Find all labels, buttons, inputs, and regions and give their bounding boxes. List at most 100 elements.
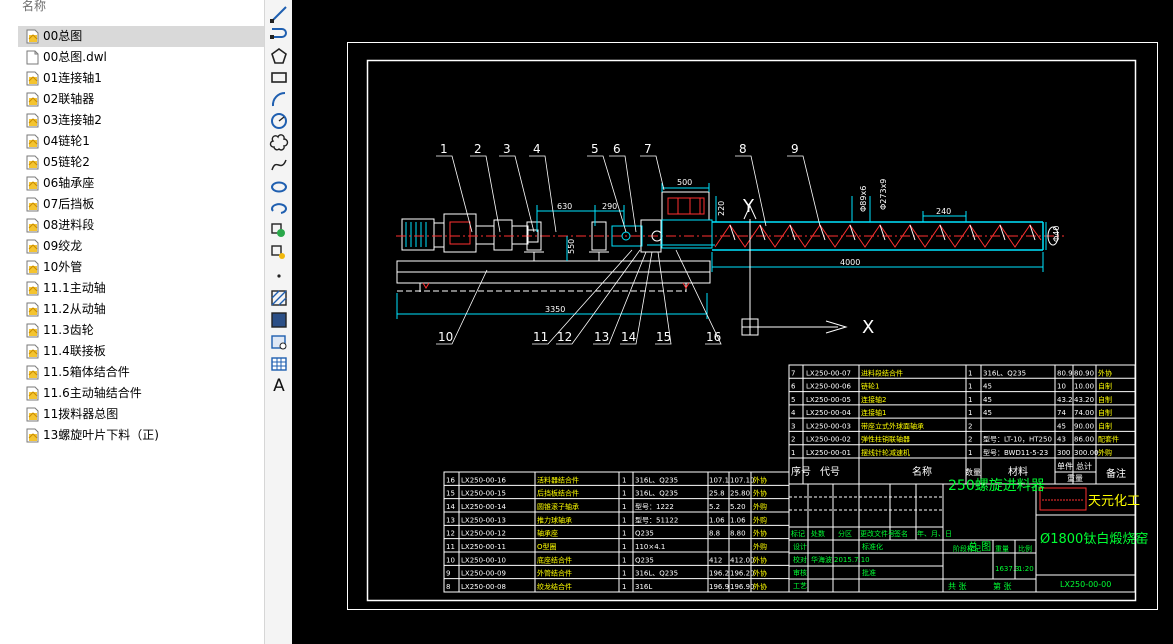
bom-cell-material: 316L、Q235 [983,369,1026,377]
file-item[interactable]: 11.5箱体结合件 [18,362,264,383]
gradient-icon[interactable] [269,310,289,330]
row-label-change-doc: 更改文件号 [860,529,895,538]
bom-cell-qty: 1 [622,570,626,578]
file-item[interactable]: 11.2从动轴 [18,299,264,320]
bom-cell-unit: 5.2 [709,503,720,511]
dim-3350: 3350 [545,305,565,314]
bom-cell-total: 86.00 [1074,436,1094,444]
bom-cell-code: LX250-00-07 [806,369,851,377]
region-icon[interactable] [269,332,289,352]
dwg-file-icon [26,134,39,149]
bom-cell-material: 型号：1222 [635,502,674,511]
ellipse-arc-icon[interactable] [269,199,289,219]
bom-cell-note: 自制 [1098,421,1112,430]
file-name-label: 05链轮2 [43,155,90,169]
bom-cell-no: 3 [791,422,795,430]
bom-cell-total: 1.06 [730,516,746,524]
file-name-label: 11.4联接板 [43,344,106,358]
file-item[interactable]: 13螺旋叶片下料（正) [18,425,264,446]
file-item[interactable]: 11.3齿轮 [18,320,264,341]
file-name-label: 11.6主动轴结合件 [43,386,142,400]
file-item[interactable]: 10外管 [18,257,264,278]
arc-icon[interactable] [269,89,289,109]
drawing-canvas[interactable]: 630 290 500 220 240 4000 3350 550 Φ89x6 … [292,0,1173,644]
bom-cell-no: 1 [791,449,795,457]
file-item[interactable]: 04链轮1 [18,131,264,152]
balloon-12: 12 [557,330,572,344]
rectangle-icon[interactable] [269,67,289,87]
bom-cell-total: 8.80 [730,530,746,538]
bom-header-material: 材料 [1008,465,1028,478]
scale-label: 比例 [1018,544,1032,553]
file-item[interactable]: 11.4联接板 [18,341,264,362]
bom-cell-name: 链轮1 [861,382,879,391]
bom-cell-unit: 80.9 [1057,369,1073,377]
balloon-15: 15 [656,330,671,344]
bom-cell-name: 活料器结合件 [537,475,579,484]
file-item[interactable]: 00总图 [18,26,264,47]
ucs-icon [741,204,848,336]
bom-cell-total: 300.00 [1074,449,1099,457]
bom-cell-code: LX250-00-02 [806,436,851,444]
hatch-icon[interactable] [269,288,289,308]
file-item[interactable]: 11.1主动轴 [18,278,264,299]
name-column-header[interactable]: 名称 [22,0,46,14]
circle-icon[interactable] [269,111,289,131]
file-item[interactable]: 11.6主动轴结合件 [18,383,264,404]
bom-cell-code: LX250-00-06 [806,383,851,391]
file-name-label: 08进料段 [43,218,95,232]
file-item[interactable]: 02联轴器 [18,89,264,110]
revision-cloud-icon[interactable] [269,133,289,153]
file-item[interactable]: 09绞龙 [18,236,264,257]
polygon-icon[interactable] [269,46,289,66]
row-label-mark: 标记 [791,529,805,538]
file-item[interactable]: 07后挡板 [18,194,264,215]
bom-cell-name: 外管结合件 [537,569,572,578]
bom-cell-material: 316L、Q235 [635,570,678,578]
bom-header-no: 序号 [791,465,811,478]
file-item[interactable]: 05链轮2 [18,152,264,173]
ellipse-icon[interactable] [269,177,289,197]
file-name-label: 11.1主动轴 [43,281,106,295]
feed-hopper [661,191,713,249]
file-item[interactable]: 03连接轴2 [18,110,264,131]
make-block-icon[interactable] [269,243,289,263]
file-item[interactable]: 00总图.dwl [18,47,264,68]
bom-cell-note: 外协 [753,489,767,498]
bom-header-unit: 单件 [1057,461,1073,471]
dim-550: 550 [567,239,576,254]
file-name-label: 11.5箱体结合件 [43,365,130,379]
bom-cell-unit: 45 [1057,422,1066,430]
file-list: 00总图 00总图.dwl 01连接轴1 02联轴器 03连接轴2 04链轮1 05链轮2 0… [18,26,264,446]
bom-cell-unit: 43 [1057,436,1066,444]
bom-cell-code: LX250-00-13 [461,516,506,524]
table-icon[interactable] [269,354,289,374]
design-date: 2015.7.10 [834,556,870,564]
file-item[interactable]: 08进料段 [18,215,264,236]
file-item[interactable]: 06轴承座 [18,173,264,194]
file-item[interactable]: 01连接轴1 [18,68,264,89]
dwg-file-icon [26,197,39,212]
dwg-file-icon [26,365,39,380]
file-item[interactable]: 11拨料器总图 [18,404,264,425]
bom-cell-note: 外协 [753,475,767,484]
bom-cell-qty: 1 [622,476,626,484]
dim-phi89: Φ89x6 [859,186,868,212]
polyline-icon[interactable] [269,25,289,45]
point-icon[interactable] [269,266,289,286]
bom-cell-no: 9 [446,570,450,578]
bom-cell-total: 43.20 [1074,396,1094,404]
multiline-text-icon[interactable]: A [269,376,289,396]
dwg-file-icon [26,29,39,44]
file-name-label: 13螺旋叶片下料（正) [43,428,159,442]
dwg-file-icon [26,386,39,401]
document-icon [26,50,39,65]
bom-cell-qty: 2 [968,422,972,430]
file-name-label: 00总图 [43,29,83,43]
bom-cell-unit: 25.8 [709,490,725,498]
bom-cell-no: 14 [446,503,455,511]
line-icon[interactable] [269,4,289,24]
spline-icon[interactable] [269,155,289,175]
insert-block-icon[interactable] [269,221,289,241]
bom-cell-code: LX250-00-14 [461,503,506,511]
